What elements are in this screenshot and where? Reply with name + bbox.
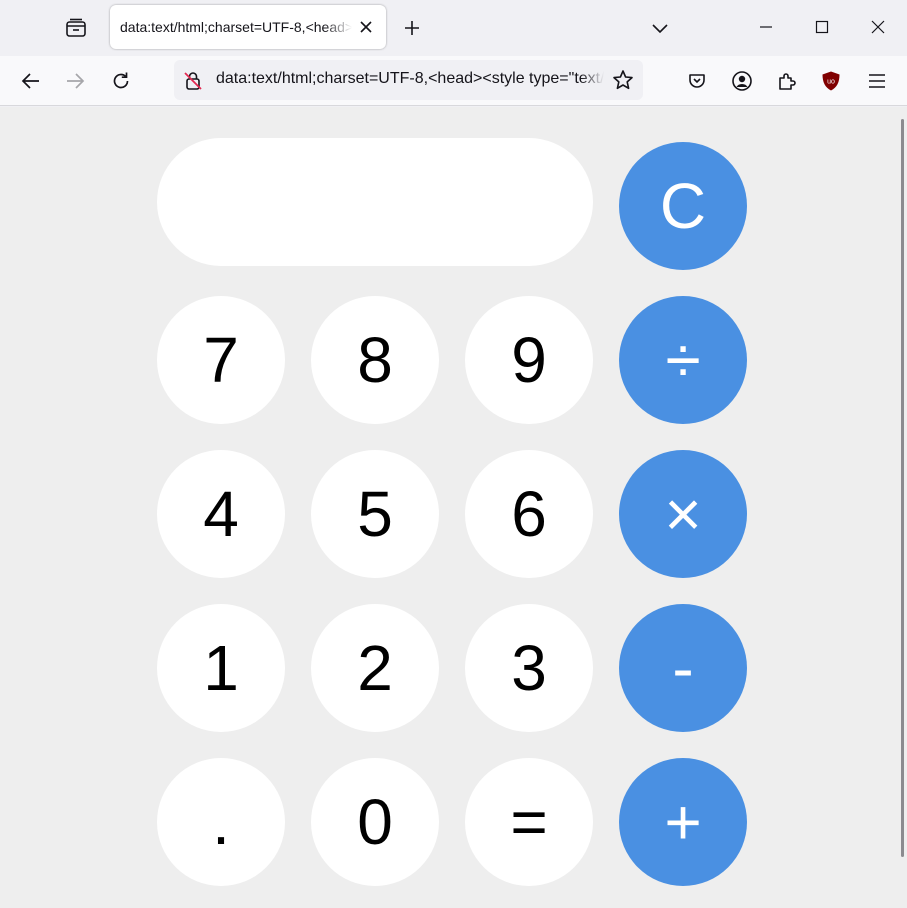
reload-button[interactable] <box>103 63 139 99</box>
subtract-button[interactable]: - <box>619 604 747 732</box>
divide-button[interactable]: ÷ <box>619 296 747 424</box>
ublock-shield-icon: uo <box>820 70 842 92</box>
tab-list-icon <box>65 18 87 38</box>
digit-3-button[interactable]: 3 <box>465 604 593 732</box>
chevron-down-icon <box>651 22 669 34</box>
tab-bar: data:text/html;charset=UTF-8,<head><styl… <box>0 0 907 56</box>
decimal-point-button[interactable]: . <box>157 758 285 886</box>
multiply-button[interactable]: × <box>619 450 747 578</box>
extensions-button[interactable] <box>769 63 805 99</box>
digit-1-button[interactable]: 1 <box>157 604 285 732</box>
page-scrollbar[interactable] <box>901 119 904 857</box>
pocket-icon <box>687 71 707 91</box>
hamburger-menu-icon <box>868 73 886 89</box>
digit-5-button[interactable]: 5 <box>311 450 439 578</box>
digit-7-button[interactable]: 7 <box>157 296 285 424</box>
maximize-icon <box>815 20 829 34</box>
digit-9-button[interactable]: 9 <box>465 296 593 424</box>
svg-text:uo: uo <box>827 79 835 86</box>
close-icon <box>359 20 373 34</box>
page-content: C 7 8 9 ÷ 4 5 6 × 1 2 3 - . 0 = + <box>0 107 907 908</box>
arrow-left-icon <box>21 72 41 90</box>
app-menu-button[interactable] <box>859 63 895 99</box>
add-button[interactable]: + <box>619 758 747 886</box>
maximize-window-button[interactable] <box>794 0 850 54</box>
digit-4-button[interactable]: 4 <box>157 450 285 578</box>
minimize-icon <box>759 20 773 34</box>
back-button[interactable] <box>13 63 49 99</box>
digit-6-button[interactable]: 6 <box>465 450 593 578</box>
close-icon <box>871 20 885 34</box>
pocket-button[interactable] <box>679 63 715 99</box>
arrow-right-icon <box>65 72 85 90</box>
equals-button[interactable]: = <box>465 758 593 886</box>
reload-icon <box>111 71 131 91</box>
ublock-origin-button[interactable]: uo <box>813 63 849 99</box>
digit-2-button[interactable]: 2 <box>311 604 439 732</box>
insecure-lock-icon[interactable] <box>182 70 204 92</box>
account-button[interactable] <box>724 63 760 99</box>
tab-overflow-button[interactable] <box>642 10 678 46</box>
url-text[interactable]: data:text/html;charset=UTF-8,<head><styl… <box>216 70 604 88</box>
plus-icon <box>403 19 421 37</box>
calculator-display <box>157 138 593 266</box>
url-bar[interactable]: data:text/html;charset=UTF-8,<head><styl… <box>174 60 643 100</box>
minimize-window-button[interactable] <box>738 0 794 54</box>
digit-8-button[interactable]: 8 <box>311 296 439 424</box>
bookmark-star-button[interactable] <box>609 66 637 94</box>
close-window-button[interactable] <box>850 0 906 54</box>
tab-close-button[interactable] <box>354 15 378 39</box>
tab-title: data:text/html;charset=UTF-8,<head><styl… <box>120 19 352 35</box>
tab-active[interactable]: data:text/html;charset=UTF-8,<head><styl… <box>110 5 386 49</box>
new-tab-button[interactable] <box>394 10 430 46</box>
navigation-toolbar: data:text/html;charset=UTF-8,<head><styl… <box>0 56 907 106</box>
puzzle-piece-icon <box>776 70 798 92</box>
star-icon <box>612 69 634 91</box>
list-all-tabs-button[interactable] <box>56 8 96 48</box>
account-icon <box>731 70 753 92</box>
forward-button[interactable] <box>57 63 93 99</box>
digit-0-button[interactable]: 0 <box>311 758 439 886</box>
clear-button[interactable]: C <box>619 142 747 270</box>
